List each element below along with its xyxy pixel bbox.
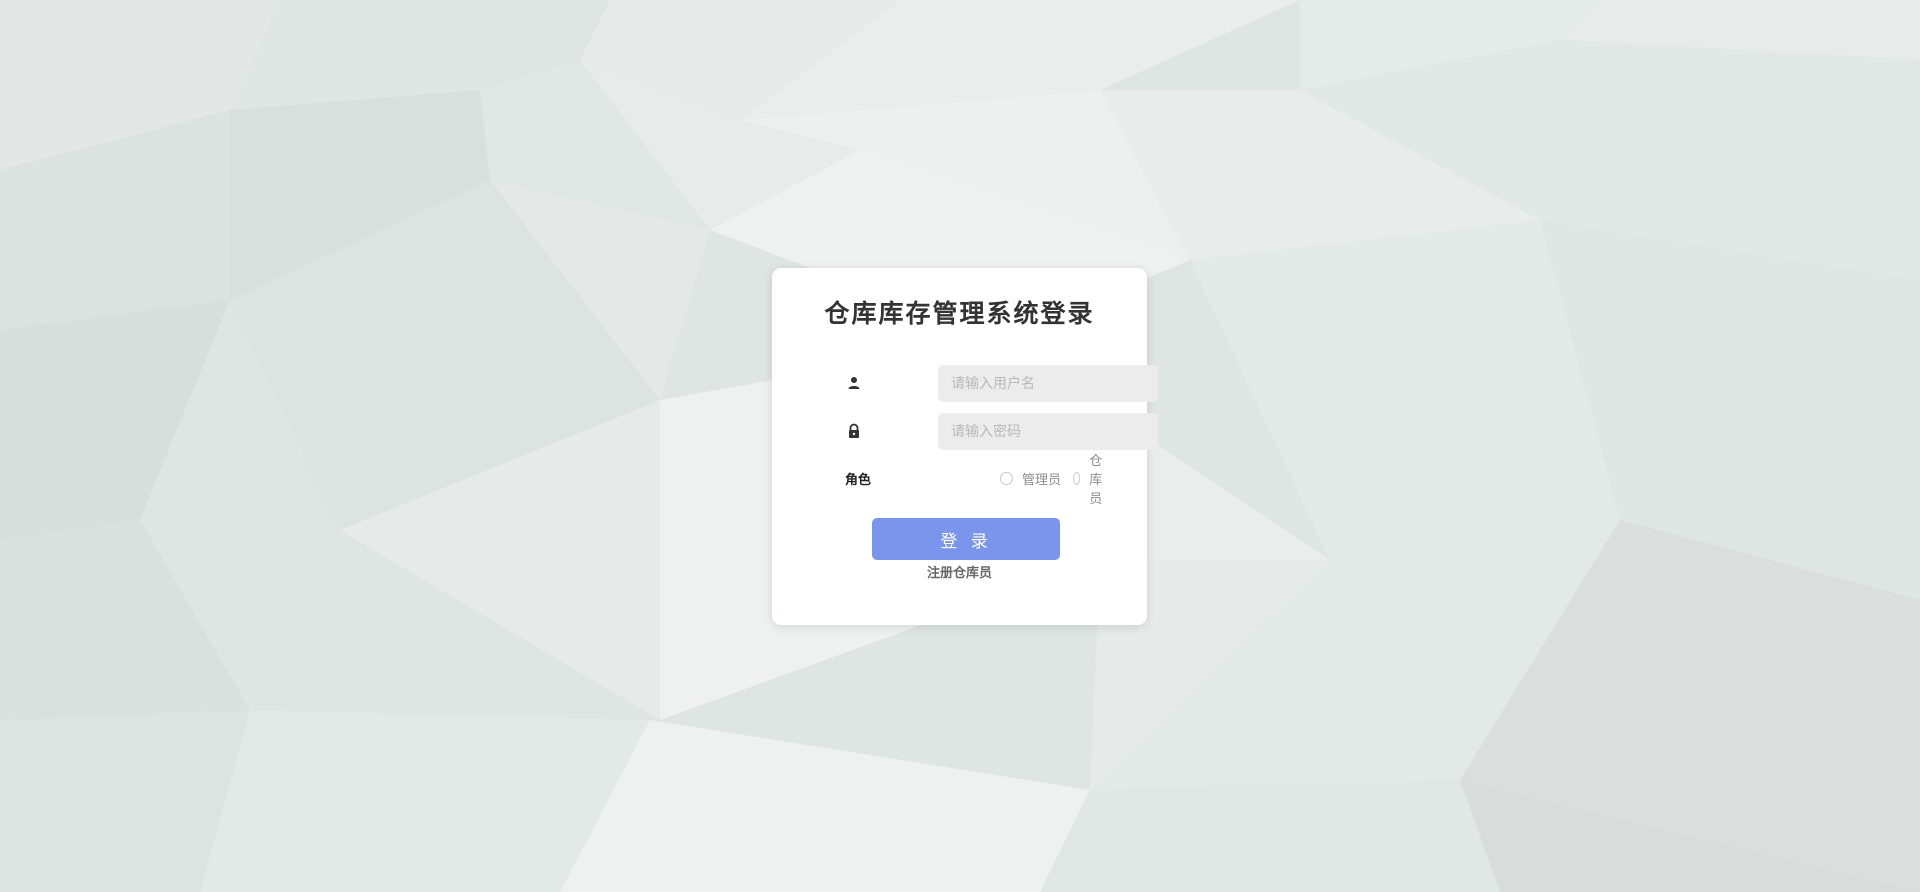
role-radio-keeper[interactable]: 仓库员 — [1073, 454, 1108, 507]
role-selector: 角色 管理员 仓库员 — [845, 454, 1102, 507]
radio-circle-icon[interactable] — [1073, 471, 1081, 485]
register-keeper-link[interactable]: 注册仓库员 — [772, 562, 1147, 581]
role-option-label: 仓库员 — [1089, 453, 1103, 507]
role-label: 角色 — [845, 473, 872, 488]
role-option-label: 管理员 — [1022, 472, 1062, 488]
role-radio-admin[interactable]: 管理员 — [1000, 468, 1061, 488]
login-button[interactable]: 登 录 — [872, 518, 1060, 560]
lock-icon — [845, 422, 863, 440]
login-title: 仓库库存管理系统登录 — [824, 299, 1095, 328]
password-input[interactable] — [938, 413, 1158, 450]
username-row — [845, 365, 1158, 402]
password-row — [845, 413, 1158, 450]
user-icon — [845, 374, 863, 392]
login-card: 仓库库存管理系统登录 角色 管理员 仓库员 登 — [772, 268, 1158, 625]
username-input[interactable] — [938, 365, 1158, 402]
radio-circle-icon[interactable] — [1000, 471, 1013, 485]
